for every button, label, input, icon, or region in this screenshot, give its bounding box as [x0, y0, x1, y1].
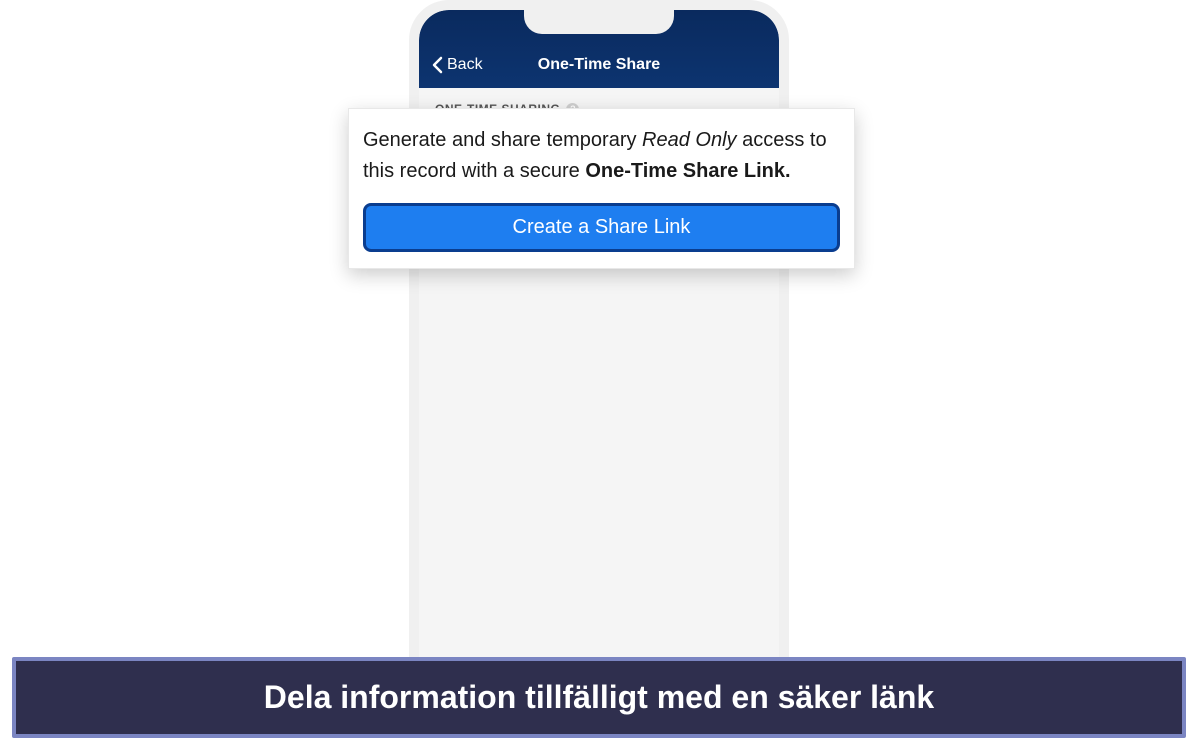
desc-link-term: One-Time Share Link. [585, 160, 790, 182]
caption-bar: Dela information tillfälligt med en säke… [12, 657, 1186, 738]
back-label: Back [447, 56, 483, 74]
desc-readonly: Read Only [642, 129, 737, 151]
chevron-left-icon [431, 56, 445, 74]
desc-text-1: Generate and share temporary [363, 129, 642, 151]
back-button[interactable]: Back [431, 56, 483, 74]
phone-notch [524, 10, 674, 34]
share-description: Generate and share temporary Read Only a… [363, 125, 840, 187]
share-info-card: Generate and share temporary Read Only a… [348, 108, 855, 269]
create-share-link-button[interactable]: Create a Share Link [363, 203, 840, 252]
page-title: One-Time Share [538, 56, 660, 74]
phone-frame: Back One-Time Share ONE-TIME SHARING ? [409, 0, 789, 700]
